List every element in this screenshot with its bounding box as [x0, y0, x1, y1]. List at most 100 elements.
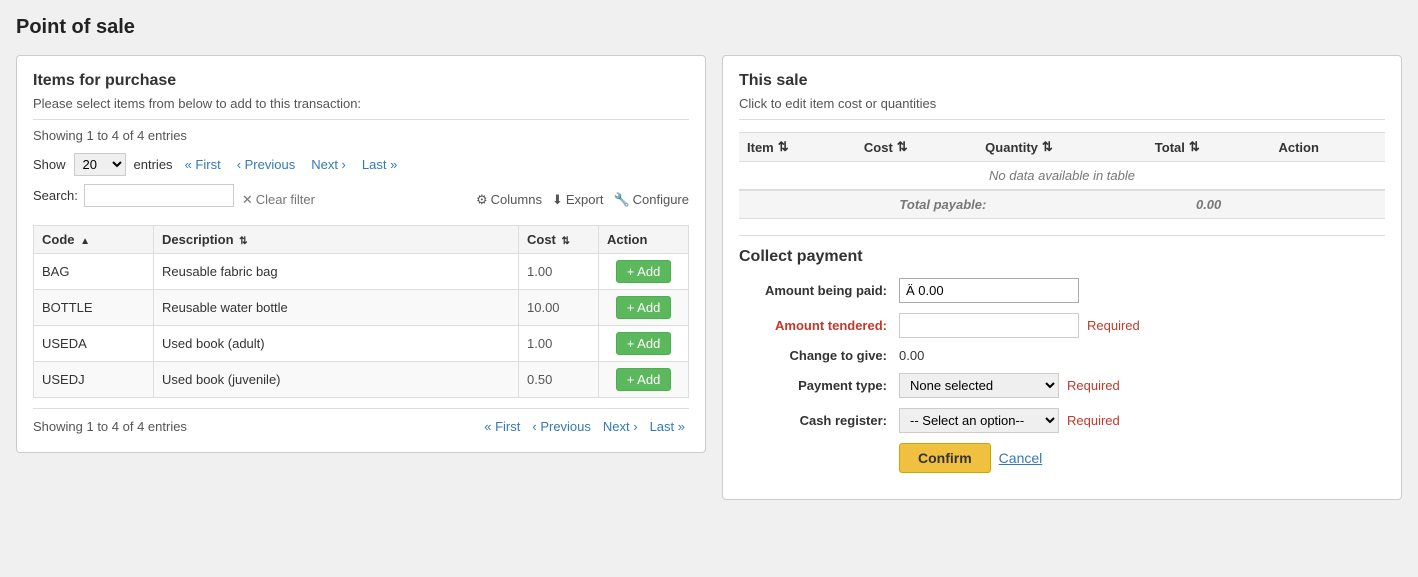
amount-tendered-label: Amount tendered:: [739, 318, 899, 333]
add-button[interactable]: + Add: [616, 368, 672, 391]
items-table: Code ▲ Description ⇅ Cost ⇅ Action BAG R…: [33, 225, 689, 398]
top-toolbar: Show 201050100 entries « First ‹ Previou…: [33, 153, 689, 176]
sale-col-item[interactable]: Item ⇅: [739, 133, 856, 162]
next-btn-top[interactable]: Next ›: [307, 155, 350, 174]
this-sale-subtitle: Click to edit item cost or quantities: [739, 96, 1385, 111]
cell-code: USEDA: [34, 326, 154, 362]
payment-type-row: Payment type: None selected Required: [739, 373, 1385, 398]
clear-filter-btn[interactable]: ✕ Clear filter: [242, 192, 315, 208]
last-btn-bottom[interactable]: Last »: [646, 417, 689, 436]
cell-code: BOTTLE: [34, 290, 154, 326]
col-header-code[interactable]: Code ▲: [34, 226, 154, 254]
right-panel: This sale Click to edit item cost or qua…: [722, 55, 1402, 500]
table-row: USEDJ Used book (juvenile) 0.50 + Add: [34, 362, 689, 398]
total-label: Total payable:: [739, 190, 1147, 219]
next-btn-bottom[interactable]: Next ›: [599, 417, 642, 436]
sale-col-quantity[interactable]: Quantity ⇅: [977, 133, 1147, 162]
right-toolbar: ⚙ Columns ⬇ Export 🔧 Configure: [476, 192, 689, 208]
cell-cost: 0.50: [519, 362, 599, 398]
cell-action: + Add: [599, 362, 689, 398]
cell-code: BAG: [34, 254, 154, 290]
cell-code: USEDJ: [34, 362, 154, 398]
previous-btn-bottom[interactable]: ‹ Previous: [528, 417, 595, 436]
bottom-pagination: Showing 1 to 4 of 4 entries « First ‹ Pr…: [33, 408, 689, 436]
amount-tendered-row: Amount tendered: Required: [739, 313, 1385, 338]
showing-bottom: Showing 1 to 4 of 4 entries: [33, 419, 476, 434]
columns-icon: ⚙: [476, 192, 488, 208]
total-action-empty: [1270, 190, 1385, 219]
show-label: Show: [33, 157, 66, 172]
cell-cost: 10.00: [519, 290, 599, 326]
x-icon: ✕: [242, 192, 253, 208]
search-label: Search:: [33, 188, 78, 203]
change-to-give-row: Change to give: 0.00: [739, 348, 1385, 363]
columns-btn[interactable]: ⚙ Columns: [476, 192, 542, 208]
table-row: BAG Reusable fabric bag 1.00 + Add: [34, 254, 689, 290]
add-button[interactable]: + Add: [616, 260, 672, 283]
entries-label: entries: [134, 157, 173, 172]
payment-type-select[interactable]: None selected: [899, 373, 1059, 398]
col-header-action: Action: [599, 226, 689, 254]
left-panel-subtitle: Please select items from below to add to…: [33, 96, 689, 111]
sale-col-cost[interactable]: Cost ⇅: [856, 133, 977, 162]
col-header-description[interactable]: Description ⇅: [154, 226, 519, 254]
sort-arrow-cost: ⇅: [562, 236, 570, 247]
last-btn-top[interactable]: Last »: [358, 155, 401, 174]
amount-tendered-required: Required: [1087, 318, 1140, 333]
cell-cost: 1.00: [519, 326, 599, 362]
action-row: Confirm Cancel: [739, 443, 1385, 473]
sale-col-total[interactable]: Total ⇅: [1147, 133, 1271, 162]
cash-register-required: Required: [1067, 413, 1120, 428]
collect-payment-section: Collect payment Amount being paid: Amoun…: [739, 235, 1385, 473]
amount-being-paid-row: Amount being paid:: [739, 278, 1385, 303]
table-row: BOTTLE Reusable water bottle 10.00 + Add: [34, 290, 689, 326]
total-row: Total payable: 0.00: [739, 190, 1385, 219]
first-btn-top[interactable]: « First: [181, 155, 225, 174]
sale-col-action: Action: [1270, 133, 1385, 162]
page-title: Point of sale: [16, 16, 1402, 39]
configure-btn[interactable]: 🔧 Configure: [613, 192, 689, 208]
export-btn[interactable]: ⬇ Export: [552, 192, 603, 208]
table-row: USEDA Used book (adult) 1.00 + Add: [34, 326, 689, 362]
sort-arrow-desc: ⇅: [239, 236, 247, 247]
add-button[interactable]: + Add: [616, 296, 672, 319]
cell-action: + Add: [599, 254, 689, 290]
cell-description: Used book (juvenile): [154, 362, 519, 398]
sale-empty-msg: No data available in table: [739, 162, 1385, 191]
change-to-give-label: Change to give:: [739, 348, 899, 363]
items-for-purchase-panel: Items for purchase Please select items f…: [16, 55, 706, 453]
sale-empty-row: No data available in table: [739, 162, 1385, 191]
cash-register-label: Cash register:: [739, 413, 899, 428]
payment-type-required: Required: [1067, 378, 1120, 393]
this-sale-title: This sale: [739, 72, 1385, 90]
add-button[interactable]: + Add: [616, 332, 672, 355]
cancel-button[interactable]: Cancel: [999, 450, 1043, 466]
cash-register-select[interactable]: -- Select an option--: [899, 408, 1059, 433]
show-select[interactable]: 201050100: [74, 153, 126, 176]
configure-icon: 🔧: [613, 192, 629, 208]
first-btn-bottom[interactable]: « First: [480, 417, 524, 436]
export-icon: ⬇: [552, 192, 563, 208]
collect-payment-title: Collect payment: [739, 248, 1385, 266]
amount-tendered-input[interactable]: [899, 313, 1079, 338]
cell-action: + Add: [599, 326, 689, 362]
showing-top: Showing 1 to 4 of 4 entries: [33, 119, 689, 143]
previous-btn-top[interactable]: ‹ Previous: [233, 155, 300, 174]
cell-description: Reusable water bottle: [154, 290, 519, 326]
left-panel-title: Items for purchase: [33, 72, 689, 90]
confirm-button[interactable]: Confirm: [899, 443, 991, 473]
sort-cost-icon: ⇅: [897, 139, 908, 155]
search-input[interactable]: [84, 184, 234, 207]
amount-being-paid-label: Amount being paid:: [739, 283, 899, 298]
total-value: 0.00: [1147, 190, 1271, 219]
sort-qty-icon: ⇅: [1042, 139, 1053, 155]
cash-register-row: Cash register: -- Select an option-- Req…: [739, 408, 1385, 433]
amount-being-paid-input[interactable]: [899, 278, 1079, 303]
sort-arrow-code: ▲: [80, 236, 90, 247]
cell-action: + Add: [599, 290, 689, 326]
sale-divider: [739, 119, 1385, 120]
col-header-cost[interactable]: Cost ⇅: [519, 226, 599, 254]
cell-description: Used book (adult): [154, 326, 519, 362]
change-to-give-value: 0.00: [899, 348, 924, 363]
sale-table: Item ⇅ Cost ⇅ Quantity ⇅ Total ⇅ Action: [739, 132, 1385, 219]
